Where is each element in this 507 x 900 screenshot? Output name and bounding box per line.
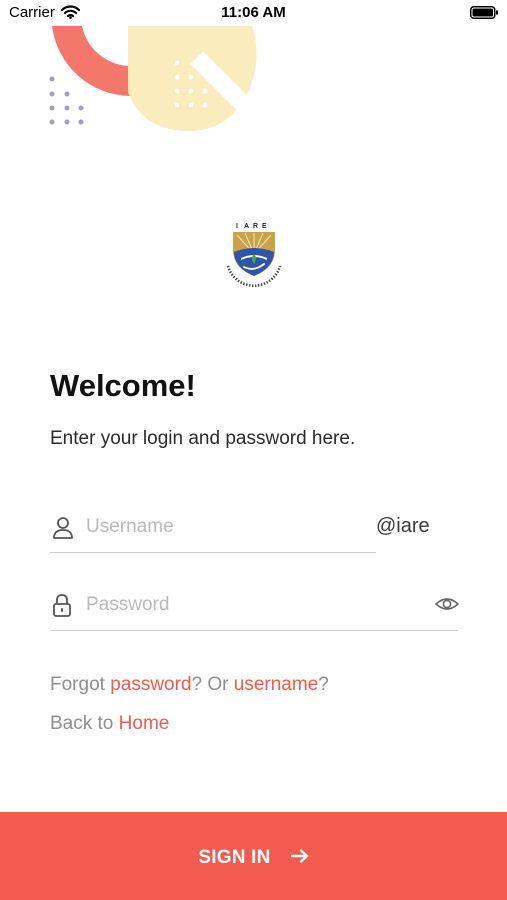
forgot-prefix: Forgot [50,674,111,695]
sign-in-button[interactable]: SIGN IN [0,812,507,900]
username-domain-suffix: @iare [376,515,430,537]
forgot-password-link[interactable]: password [110,674,191,695]
svg-text:A: A [244,223,249,230]
forgot-credentials-line: Forgot password? Or username? [50,674,329,696]
user-icon [53,517,73,539]
back-home-line: Back to Home [50,713,169,735]
forgot-question-mark: ? [318,674,329,695]
login-subtitle: Enter your login and password here. [50,428,356,449]
lock-icon [53,594,71,617]
forgot-username-link[interactable]: username [234,674,319,695]
welcome-heading: Welcome! [50,368,196,403]
forgot-or-text: ? Or [191,674,234,695]
password-field[interactable] [50,586,458,631]
iare-logo: I A R E [226,223,282,287]
home-link[interactable]: Home [119,713,170,734]
svg-text:E: E [262,223,267,230]
svg-text:R: R [253,223,258,230]
back-prefix: Back to [50,713,119,734]
eye-icon[interactable] [435,594,459,614]
arrow-right-icon [290,849,308,864]
username-field[interactable] [50,508,376,553]
header-decoration [49,26,257,131]
username-input[interactable] [86,512,366,542]
password-input[interactable] [86,590,426,620]
svg-text:I: I [236,223,238,230]
sign-in-button-content: SIGN IN [0,847,507,869]
sign-in-label: SIGN IN [198,847,271,868]
